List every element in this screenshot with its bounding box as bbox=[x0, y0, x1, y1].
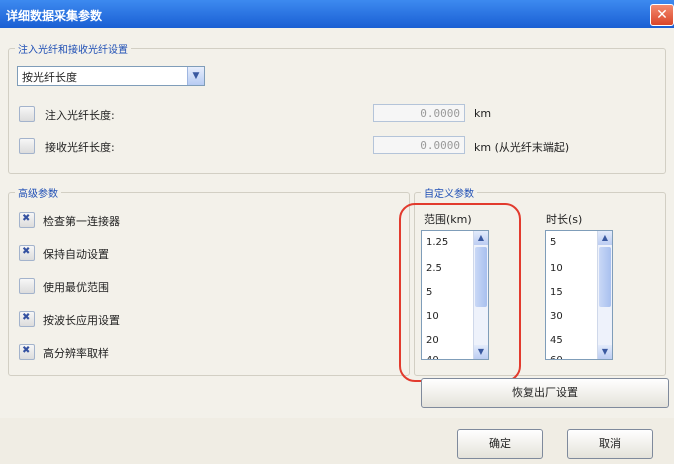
inject-length-input[interactable]: 0.0000 bbox=[373, 104, 465, 122]
high-resolution-sampling-label: 高分辨率取样 bbox=[43, 347, 109, 360]
window-title: 详细数据采集参数 bbox=[6, 9, 103, 23]
list-item[interactable]: 60 bbox=[550, 355, 563, 359]
use-optimal-range-label: 使用最优范围 bbox=[43, 281, 109, 294]
dialog-window: 详细数据采集参数 ✕ 注入光纤和接收光纤设置 按光纤长度 ▼ 注入光纤长度: 0… bbox=[0, 0, 674, 464]
restore-defaults-button[interactable]: 恢复出厂设置 bbox=[421, 378, 669, 408]
receive-length-unit: km (从光纤末端起) bbox=[474, 141, 570, 154]
inject-length-checkbox[interactable] bbox=[19, 106, 35, 122]
check-first-connector-label: 检查第一连接器 bbox=[43, 215, 120, 228]
scroll-down-icon[interactable]: ▼ bbox=[598, 345, 612, 359]
duration-listbox[interactable]: 5 10 15 30 45 60 ▲ ▼ bbox=[545, 230, 613, 360]
receive-length-label: 接收光纤长度: bbox=[45, 141, 115, 154]
scroll-thumb[interactable] bbox=[599, 247, 611, 307]
use-optimal-range-checkbox[interactable] bbox=[19, 278, 35, 294]
duration-list-header: 时长(s) bbox=[546, 213, 583, 226]
check-first-connector-checkbox[interactable] bbox=[19, 212, 35, 228]
fiber-group-label: 注入光纤和接收光纤设置 bbox=[15, 41, 131, 56]
list-item[interactable]: 45 bbox=[550, 335, 563, 346]
cancel-button[interactable]: 取消 bbox=[567, 429, 653, 459]
inject-length-unit: km bbox=[474, 107, 492, 120]
fiber-mode-value: 按光纤长度 bbox=[22, 71, 77, 84]
high-resolution-sampling-checkbox[interactable] bbox=[19, 344, 35, 360]
list-item[interactable]: 15 bbox=[550, 287, 563, 298]
custom-group-label: 自定义参数 bbox=[421, 185, 477, 200]
apply-by-wavelength-label: 按波长应用设置 bbox=[43, 314, 120, 327]
list-item[interactable]: 30 bbox=[550, 311, 563, 322]
list-item[interactable]: 5 bbox=[550, 237, 556, 248]
list-item[interactable]: 10 bbox=[550, 263, 563, 274]
close-button[interactable]: ✕ bbox=[650, 4, 674, 26]
keep-auto-settings-label: 保持自动设置 bbox=[43, 248, 109, 261]
scroll-up-icon[interactable]: ▲ bbox=[598, 231, 612, 245]
fiber-mode-dropdown[interactable]: 按光纤长度 ▼ bbox=[17, 66, 205, 86]
receive-length-checkbox[interactable] bbox=[19, 138, 35, 154]
duration-scrollbar[interactable]: ▲ ▼ bbox=[597, 231, 612, 359]
receive-length-input[interactable]: 0.0000 bbox=[373, 136, 465, 154]
title-bar[interactable]: 详细数据采集参数 ✕ bbox=[0, 0, 674, 28]
advanced-group-label: 高级参数 bbox=[15, 185, 61, 200]
keep-auto-settings-checkbox[interactable] bbox=[19, 245, 35, 261]
apply-by-wavelength-checkbox[interactable] bbox=[19, 311, 35, 327]
ok-button[interactable]: 确定 bbox=[457, 429, 543, 459]
chevron-down-icon[interactable]: ▼ bbox=[187, 67, 204, 85]
inject-length-label: 注入光纤长度: bbox=[45, 109, 115, 122]
highlight-annotation bbox=[399, 203, 521, 382]
